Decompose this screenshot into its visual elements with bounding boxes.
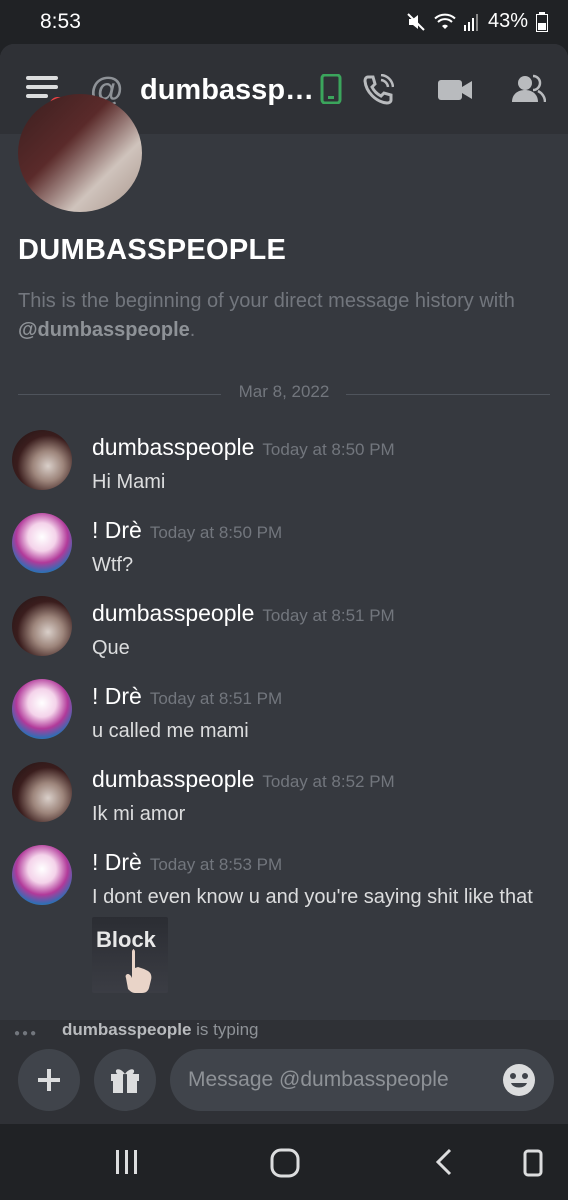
message-input[interactable] [188,1049,488,1111]
status-time: 8:53 [40,10,81,33]
dm-beginning-text: This is the beginning of your direct mes… [18,287,558,345]
avatar[interactable] [12,679,72,739]
message-composer [0,1042,568,1124]
home-icon [270,1148,300,1178]
mobile-status-icon [320,73,342,109]
video-icon[interactable] [438,78,472,107]
home-button[interactable] [270,1148,300,1183]
wifi-icon [434,13,456,31]
battery-icon [536,11,548,32]
avatar[interactable] [12,596,72,656]
avatar[interactable] [12,430,72,490]
back-icon [435,1148,452,1176]
message-text: u called me mami [92,720,249,742]
avatar[interactable] [12,845,72,905]
recipient-avatar[interactable] [18,94,142,212]
status-bar: 8:53 43% [0,0,568,44]
recipient-name: DUMBASSPEOPLE [18,234,287,266]
back-button[interactable] [434,1148,456,1181]
dm-screen: 166 @ dumbassp… DUMBASSPEOPLE This is th… [0,44,568,1124]
pointing-hand-icon [125,949,152,993]
rotate-phone-icon [523,1149,543,1177]
typing-dots-icon: ●●● [14,1028,39,1039]
emoji-button[interactable] [502,1063,536,1097]
message-input-container [170,1049,554,1111]
message-text: I dont even know u and you're saying shi… [92,886,533,908]
signal-icon [463,13,480,31]
gift-icon [111,1069,139,1093]
message-author[interactable]: ! Drè [92,849,142,875]
call-icon[interactable] [362,73,395,111]
typing-suffix: is typing [191,1020,259,1039]
recipient-mention[interactable]: @dumbasspeople [18,319,190,341]
screen-rotate-button[interactable] [522,1148,544,1183]
message-author[interactable]: dumbasspeople [92,434,254,460]
message-text: Ik mi amor [92,803,186,825]
typing-indicator: ●●● dumbasspeople is typing [0,1020,568,1042]
member-list-icon[interactable] [512,74,547,109]
message-timestamp: Today at 8:53 PM [149,855,283,874]
dm-beginning-suffix: . [189,319,196,341]
status-indicators: 43% [406,10,548,33]
mute-icon [406,12,426,32]
message-timestamp: Today at 8:51 PM [149,689,283,708]
avatar[interactable] [12,762,72,822]
recent-apps-button[interactable] [114,1148,140,1181]
add-attachment-button[interactable] [18,1049,80,1111]
message-timestamp: Today at 8:51 PM [262,606,395,625]
message-timestamp: Today at 8:52 PM [262,772,395,791]
message-timestamp: Today at 8:50 PM [262,440,395,459]
message-timestamp: Today at 8:50 PM [149,523,283,542]
plus-icon [38,1069,60,1091]
message-text: Hi Mami [92,471,166,493]
smiley-icon [503,1064,535,1096]
recents-icon [116,1150,137,1174]
battery-percent: 43% [487,10,528,32]
message-author[interactable]: ! Drè [92,517,142,543]
image-attachment[interactable]: Block [92,917,168,993]
message-author[interactable]: dumbasspeople [92,766,254,792]
system-nav-bar [0,1124,568,1200]
message-text: Wtf? [92,554,134,576]
gift-button[interactable] [94,1049,156,1111]
dm-beginning-prefix: This is the beginning of your direct mes… [18,290,515,312]
avatar[interactable] [12,513,72,573]
channel-title[interactable]: dumbassp… [140,74,314,107]
date-divider: Mar 8, 2022 [18,382,550,406]
message-text: Que [92,637,130,659]
date-divider-label: Mar 8, 2022 [238,382,330,401]
message-author[interactable]: dumbasspeople [92,600,254,626]
message-author[interactable]: ! Drè [92,683,142,709]
typing-user: dumbasspeople [62,1020,192,1039]
